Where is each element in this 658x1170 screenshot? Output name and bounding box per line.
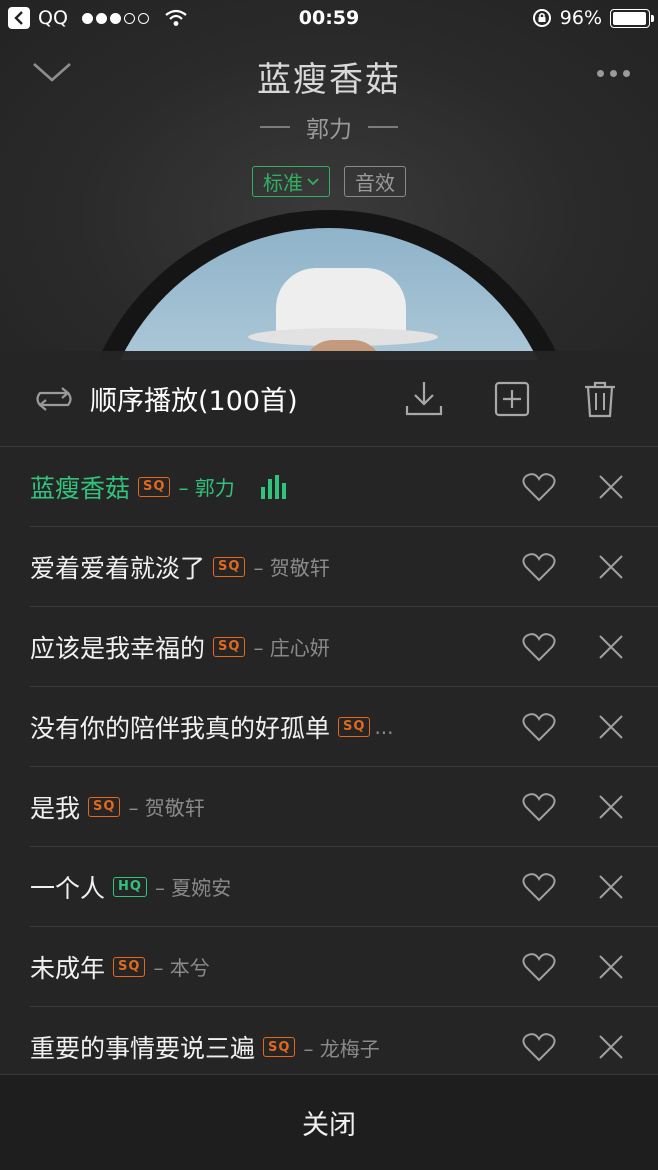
quality-label: 标准 [263,171,303,195]
close-icon [599,875,623,899]
remove-song-button[interactable] [594,710,628,744]
download-all-button[interactable] [396,371,452,427]
song-title: 未成年 [30,953,106,983]
clear-playlist-button[interactable] [572,371,628,427]
song-artist: – 庄心妍 [253,636,330,660]
remove-song-button[interactable] [594,550,628,584]
orientation-lock-icon [532,9,551,27]
battery-percent: 96% [559,7,602,29]
sq-badge: SQ [113,956,146,977]
heart-icon [522,713,556,742]
signal-strength-icon [81,12,149,24]
song-artist: – 龙梅子 [303,1036,380,1061]
playlist-sheet: 顺序播放(100首) 蓝瘦香菇 SQ – 郭力 爱着爱着就淡了 SQ – 贺敬轩… [0,351,658,1170]
like-button[interactable] [522,1030,556,1064]
song-row[interactable]: 应该是我幸福的 SQ – 庄心妍 [30,607,658,687]
truncation-ellipsis: ... [374,714,394,739]
heart-icon [522,873,556,902]
close-icon [599,795,623,819]
hq-badge: HQ [113,876,147,897]
heart-icon [522,633,556,662]
quality-selector-button[interactable]: 标准 [252,166,330,197]
song-title: 蓝瘦香菇 [30,473,131,503]
song-title: 是我 [30,793,81,823]
like-button[interactable] [522,550,556,584]
close-icon [599,955,623,979]
like-button[interactable] [522,870,556,904]
sq-badge: SQ [138,476,171,497]
equalizer-icon [260,474,286,499]
song-artist: – 贺敬轩 [253,556,330,580]
song-row[interactable]: 没有你的陪伴我真的好孤单 SQ ... [30,687,658,767]
add-to-playlist-icon [494,381,530,416]
player-background: QQ 00:59 96% 蓝瘦香菇 郭力 标准 音效 [0,0,658,360]
remove-song-button[interactable] [594,870,628,904]
like-button[interactable] [522,710,556,744]
status-bar: QQ 00:59 96% [0,0,658,36]
song-artist: – 本兮 [153,956,210,980]
song-artist: – 夏婉安 [154,876,232,900]
chevron-down-icon [307,177,319,185]
like-button[interactable] [522,950,556,984]
close-icon [599,715,623,739]
play-mode-button[interactable]: 顺序播放(100首) [32,379,364,418]
playlist-header: 顺序播放(100首) [0,351,658,447]
carrier-label: QQ [38,7,68,29]
now-playing-title: 蓝瘦香菇 [257,60,401,100]
heart-icon [522,473,556,502]
like-button[interactable] [522,470,556,504]
song-artist: – 郭力 [178,476,235,500]
sq-badge: SQ [263,1037,296,1057]
sq-badge: SQ [213,636,246,657]
quality-row: 标准 音效 [0,166,658,197]
song-row[interactable]: 一个人 HQ – 夏婉安 [30,847,658,927]
song-row-current[interactable]: 蓝瘦香菇 SQ – 郭力 [30,447,658,527]
back-to-app-icon[interactable] [8,7,30,29]
download-icon [405,381,443,415]
like-button[interactable] [522,630,556,664]
now-playing-artist-line: 郭力 [0,110,658,144]
wifi-icon [165,9,187,26]
close-playlist-button[interactable]: 关闭 [0,1074,658,1170]
close-icon [599,1035,623,1059]
song-title: 一个人 [30,873,106,903]
remove-song-button[interactable] [594,1030,628,1064]
repeat-icon [36,386,72,411]
heart-icon [522,553,556,582]
play-mode-label: 顺序播放(100首) [90,386,298,417]
sq-badge: SQ [213,556,246,577]
song-title: 没有你的陪伴我真的好孤单 [30,713,331,743]
heart-icon [522,793,556,822]
close-icon [599,635,623,659]
sound-effect-button[interactable]: 音效 [344,166,406,197]
song-row[interactable]: 爱着爱着就淡了 SQ – 贺敬轩 [30,527,658,607]
add-to-playlist-button[interactable] [484,371,540,427]
song-row[interactable]: 未成年 SQ – 本兮 [30,927,658,1007]
remove-song-button[interactable] [594,630,628,664]
battery-icon [610,8,654,28]
sq-badge: SQ [338,716,371,737]
remove-song-button[interactable] [594,950,628,984]
remove-song-button[interactable] [594,790,628,824]
heart-icon [522,1033,556,1062]
close-label: 关闭 [302,1110,356,1141]
now-playing-artist[interactable]: 郭力 [306,110,352,144]
heart-icon [522,953,556,982]
more-options-icon[interactable] [588,60,638,86]
song-title: 应该是我幸福的 [30,633,206,663]
close-icon [599,475,623,499]
song-list: 蓝瘦香菇 SQ – 郭力 爱着爱着就淡了 SQ – 贺敬轩 应该是我幸福的 SQ… [0,447,658,1087]
effect-label: 音效 [355,171,395,195]
sq-badge: SQ [88,796,121,817]
song-row[interactable]: 是我 SQ – 贺敬轩 [30,767,658,847]
song-title: 爱着爱着就淡了 [30,553,206,583]
close-icon [599,555,623,579]
album-cover [98,228,560,360]
song-title: 重要的事情要说三遍 [30,1034,256,1063]
trash-icon [585,381,615,417]
like-button[interactable] [522,790,556,824]
remove-song-button[interactable] [594,470,628,504]
song-artist: – 贺敬轩 [128,796,205,820]
